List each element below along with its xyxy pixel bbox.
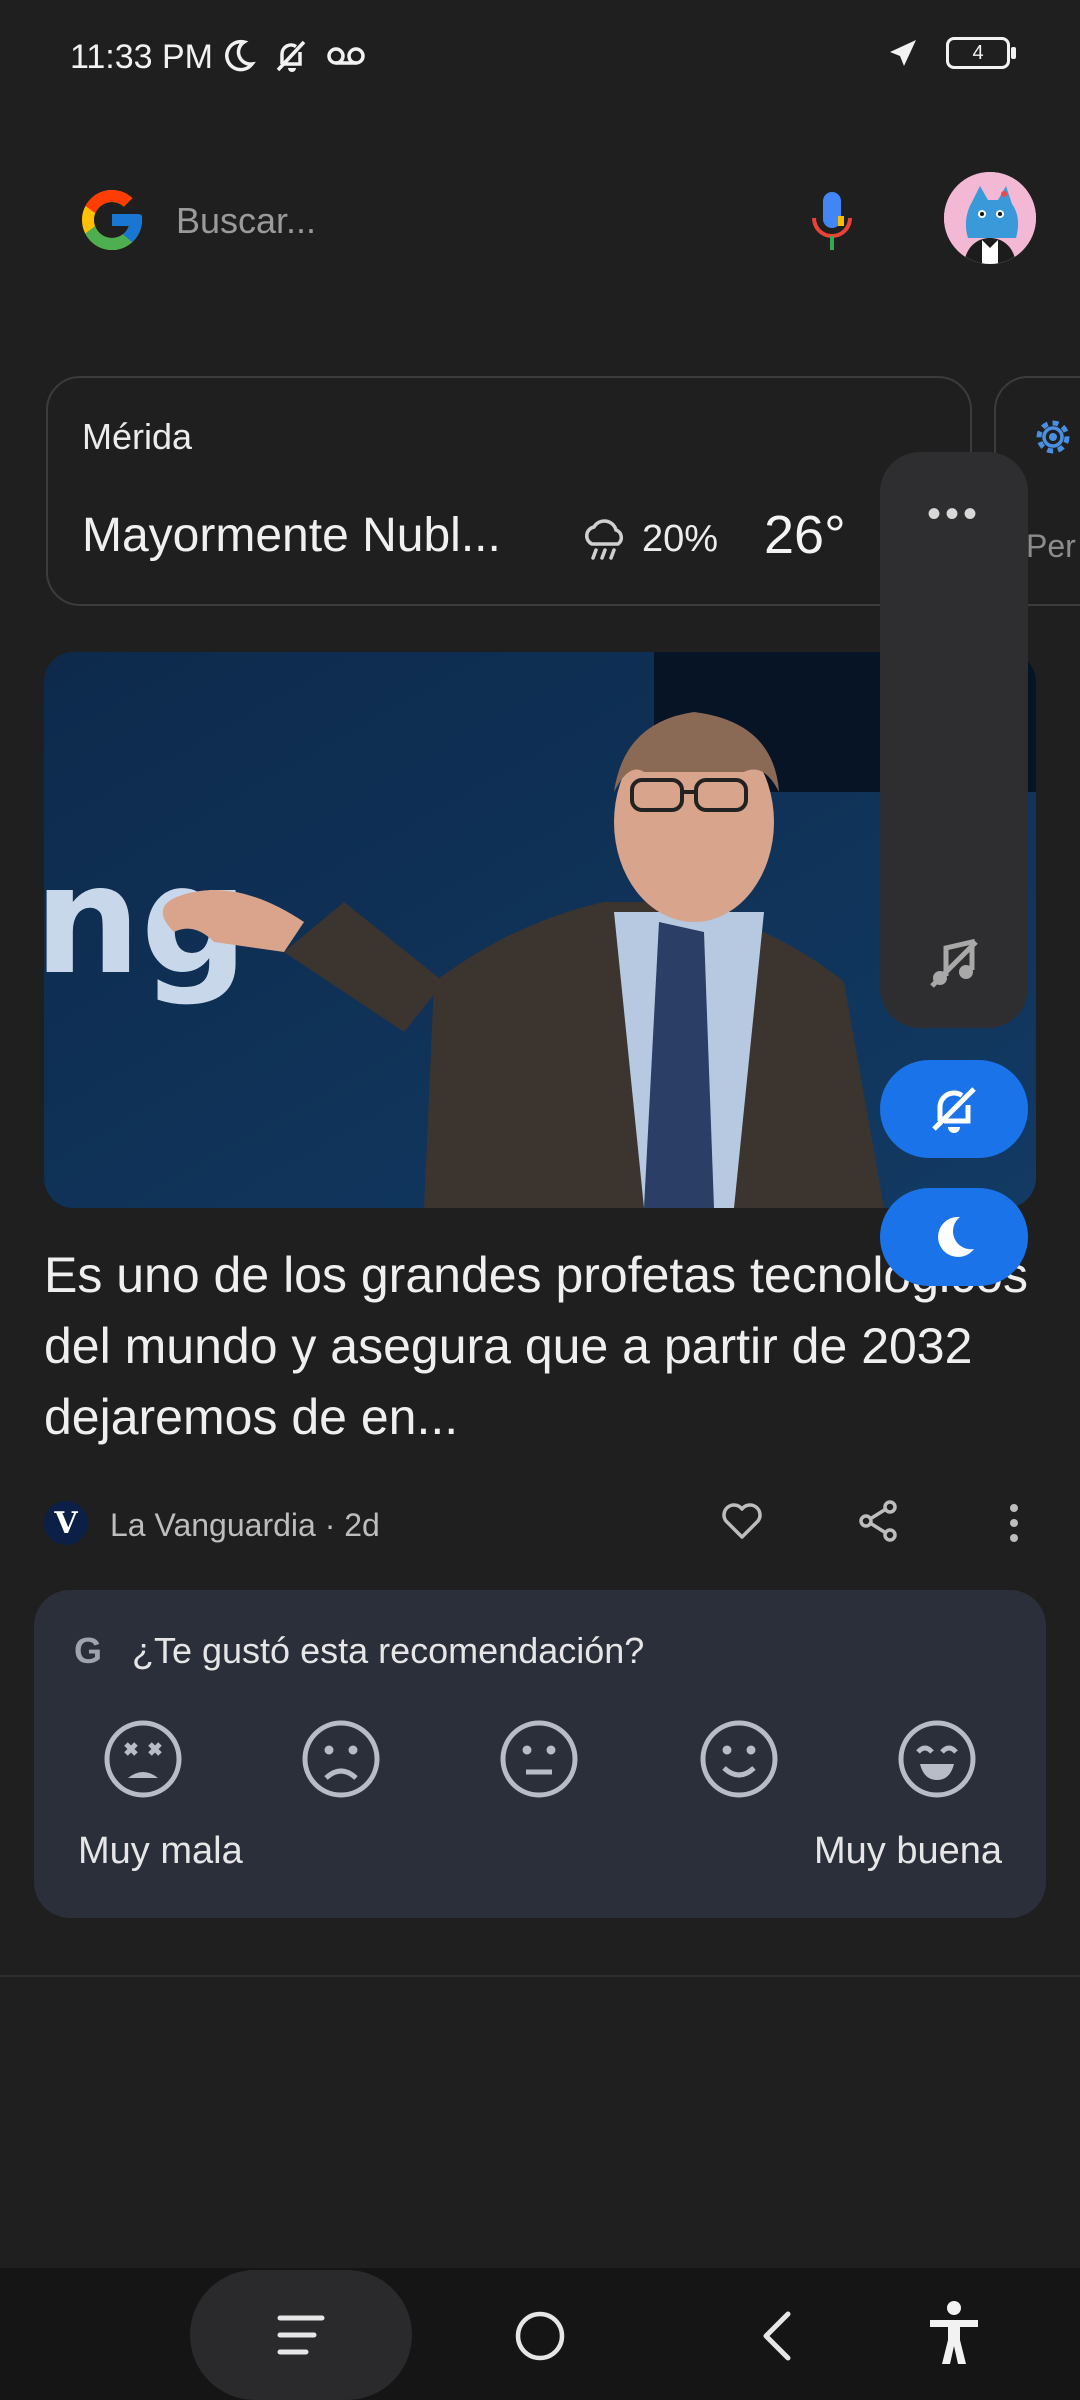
weather-condition: Mayormente Nubl...	[82, 509, 501, 562]
rain-chance: 20%	[642, 518, 719, 560]
source-name: La Vanguardia · 2d	[110, 1507, 380, 1543]
search-bar[interactable]: Buscar...	[40, 150, 1040, 290]
back-icon[interactable]	[756, 2308, 800, 2364]
avatar[interactable]	[944, 172, 1036, 264]
voicemail-icon	[327, 47, 365, 65]
divider	[0, 1975, 1080, 1977]
bell-off-icon	[276, 40, 306, 72]
search-input[interactable]: Buscar...	[176, 200, 316, 242]
side-card-label: Per	[1026, 528, 1076, 564]
feedback-question: ¿Te gustó esta recomendación?	[132, 1630, 645, 1671]
heart-icon[interactable]	[720, 1499, 764, 1543]
battery-icon: 4	[946, 37, 1016, 69]
rating-high-label: Muy buena	[813, 1830, 1002, 1872]
microphone-icon[interactable]	[810, 190, 854, 254]
gear-icon[interactable]	[1030, 414, 1076, 460]
do-not-disturb-button[interactable]	[880, 1188, 1028, 1286]
temperature: 26°	[764, 505, 846, 565]
source-logo: V	[44, 1501, 88, 1545]
volume-panel[interactable]: •••	[880, 452, 1028, 1028]
moon-icon	[225, 39, 256, 72]
home-icon[interactable]	[512, 2308, 568, 2364]
airplane-icon	[890, 40, 916, 66]
rain-cloud-icon	[585, 519, 623, 560]
nav-menu-button[interactable]	[190, 2270, 412, 2400]
moon-icon	[938, 1216, 974, 1257]
menu-icon	[277, 2315, 325, 2355]
good-face-icon[interactable]	[698, 1718, 780, 1800]
status-bar: 11:33 PM 4	[0, 0, 1080, 118]
cat-avatar-icon	[944, 172, 1036, 264]
very-bad-face-icon[interactable]	[102, 1718, 184, 1800]
weather-card[interactable]: Mérida Mayormente Nubl... 20% 26°	[46, 376, 972, 606]
neutral-face-icon[interactable]	[498, 1718, 580, 1800]
rating-low-label: Muy mala	[78, 1830, 243, 1872]
status-time: 11:33 PM	[70, 38, 214, 76]
feedback-card: G ¿Te gustó esta recomendación? Muy mala…	[34, 1590, 1046, 1918]
google-g-icon: G	[74, 1630, 103, 1671]
share-icon[interactable]	[856, 1499, 900, 1543]
bell-off-icon	[932, 1087, 976, 1133]
google-logo-icon	[82, 190, 142, 250]
more-horiz-icon[interactable]: •••	[880, 492, 1028, 537]
article-meta: V La Vanguardia · 2d	[44, 1495, 1036, 1551]
silent-mode-button[interactable]	[880, 1060, 1028, 1158]
weather-city: Mérida	[82, 416, 193, 457]
music-off-icon[interactable]	[926, 936, 982, 992]
bad-face-icon[interactable]	[300, 1718, 382, 1800]
accessibility-icon[interactable]	[926, 2300, 982, 2366]
more-vert-icon[interactable]	[1004, 1503, 1024, 1543]
very-good-face-icon[interactable]	[896, 1718, 978, 1800]
battery-level: 4	[972, 41, 984, 64]
